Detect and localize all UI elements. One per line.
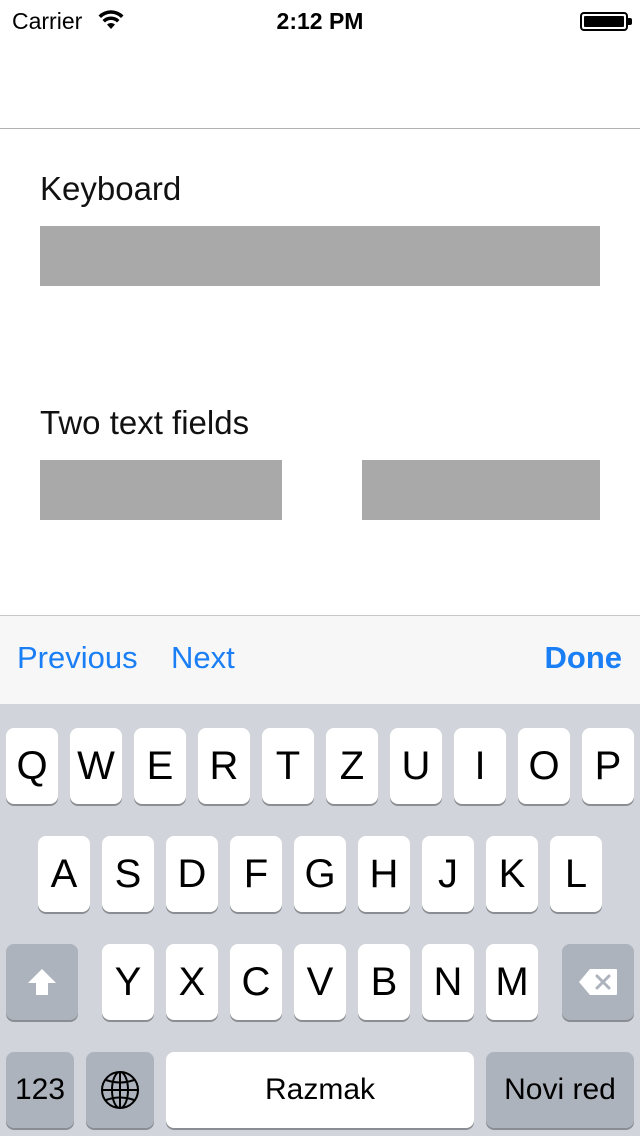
keyboard-section-label: Keyboard	[40, 170, 182, 207]
key-o[interactable]: O	[518, 728, 570, 804]
key-z[interactable]: Z	[326, 728, 378, 804]
numbers-key[interactable]: 123	[6, 1052, 74, 1128]
keyboard-row-1: Q W E R T Z U I O P	[0, 728, 640, 806]
return-key[interactable]: Novi red	[486, 1052, 634, 1128]
globe-key[interactable]	[86, 1052, 154, 1128]
first-text-field[interactable]	[40, 460, 282, 520]
key-j[interactable]: J	[422, 836, 474, 912]
globe-icon	[100, 1070, 140, 1110]
nav-bar-divider	[0, 128, 640, 129]
status-bar: Carrier 2:12 PM	[0, 0, 640, 40]
keyboard-row-2: A S D F G H J K L	[0, 836, 640, 914]
done-button[interactable]: Done	[545, 640, 623, 676]
key-p[interactable]: P	[582, 728, 634, 804]
keyboard-text-field[interactable]	[40, 226, 600, 286]
key-e[interactable]: E	[134, 728, 186, 804]
key-r[interactable]: R	[198, 728, 250, 804]
two-fields-section-label: Two text fields	[40, 404, 250, 441]
space-key[interactable]: Razmak	[166, 1052, 474, 1128]
keyboard-toolbar: Previous Next Done	[0, 615, 640, 704]
clock: 2:12 PM	[276, 8, 364, 34]
key-y[interactable]: Y	[102, 944, 154, 1020]
key-l[interactable]: L	[550, 836, 602, 912]
key-f[interactable]: F	[230, 836, 282, 912]
key-c[interactable]: C	[230, 944, 282, 1020]
delete-key[interactable]	[562, 944, 634, 1020]
key-u[interactable]: U	[390, 728, 442, 804]
key-x[interactable]: X	[166, 944, 218, 1020]
key-n[interactable]: N	[422, 944, 474, 1020]
key-d[interactable]: D	[166, 836, 218, 912]
key-b[interactable]: B	[358, 944, 410, 1020]
keyboard: Q W E R T Z U I O P A S D F G H J K L Y …	[0, 704, 640, 1136]
previous-button[interactable]: Previous	[17, 640, 138, 676]
keyboard-row-4: 123 Razmak Novi red	[0, 1052, 640, 1130]
key-w[interactable]: W	[70, 728, 122, 804]
key-v[interactable]: V	[294, 944, 346, 1020]
battery-icon	[580, 12, 632, 31]
key-m[interactable]: M	[486, 944, 538, 1020]
key-t[interactable]: T	[262, 728, 314, 804]
key-a[interactable]: A	[38, 836, 90, 912]
key-q[interactable]: Q	[6, 728, 58, 804]
shift-key[interactable]	[6, 944, 78, 1020]
next-button[interactable]: Next	[171, 640, 235, 676]
key-h[interactable]: H	[358, 836, 410, 912]
key-i[interactable]: I	[454, 728, 506, 804]
key-k[interactable]: K	[486, 836, 538, 912]
keyboard-row-3: Y X C V B N M	[0, 944, 640, 1022]
key-s[interactable]: S	[102, 836, 154, 912]
shift-icon	[27, 968, 57, 996]
key-g[interactable]: G	[294, 836, 346, 912]
delete-icon	[578, 968, 618, 996]
second-text-field[interactable]	[362, 460, 600, 520]
